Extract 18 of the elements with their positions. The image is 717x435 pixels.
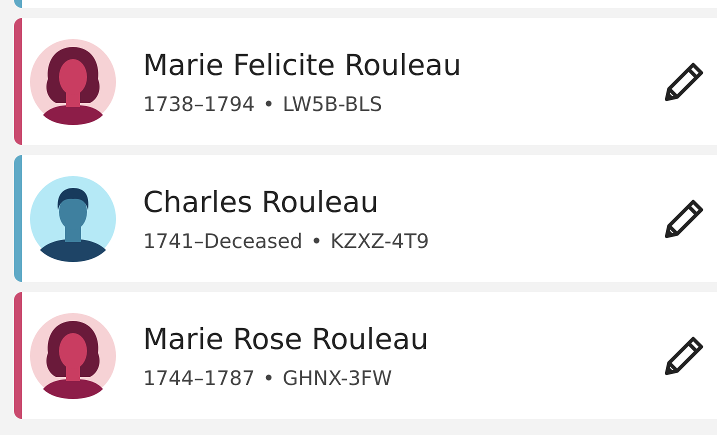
person-name: Marie Rose Rouleau (143, 322, 430, 356)
person-card[interactable]: Marie Felicite Rouleau 1738–1794 • LW5B-BLS (14, 18, 717, 145)
person-name: Marie Felicite Rouleau (143, 48, 462, 82)
person-name: Charles Rouleau (143, 184, 380, 218)
separator-dot: • (262, 366, 275, 390)
separator-dot: • (262, 92, 275, 116)
person-card[interactable]: Charles Rouleau 1741–Deceased • KZXZ-4T9 (14, 155, 717, 282)
lifespan: 1741–Deceased (143, 228, 303, 252)
separator-dot: • (310, 228, 322, 252)
person-card[interactable]: Marie Rose Rouleau 1744–1787 • GHNX-3FW (14, 292, 717, 419)
woman-avatar-icon (30, 38, 116, 124)
man-avatar-icon (30, 176, 116, 262)
person-id: LW5B-BLS (282, 92, 382, 116)
lifespan: 1738–1794 (143, 92, 255, 116)
woman-avatar-icon (30, 312, 116, 398)
person-id: KZXZ-4T9 (330, 228, 430, 252)
person-id: GHNX-3FW (282, 366, 392, 390)
lifespan: 1744–1787 (143, 366, 255, 390)
